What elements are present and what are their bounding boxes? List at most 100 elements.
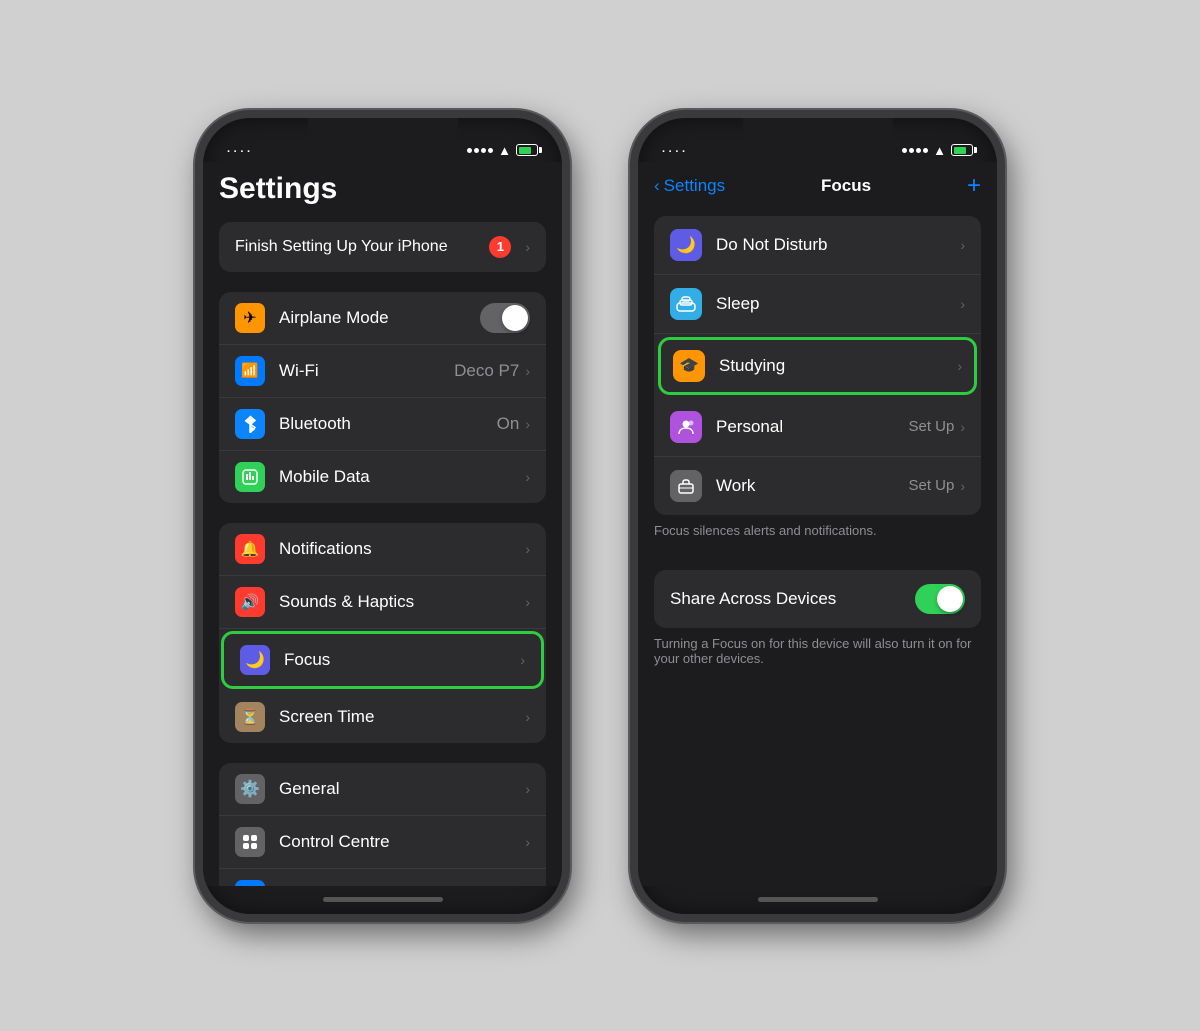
sleep-icon	[670, 288, 702, 320]
screentime-label: Screen Time	[279, 707, 525, 727]
general-icon: ⚙️	[235, 774, 265, 804]
connectivity-group: ✈ Airplane Mode 📶 Wi-Fi Deco P7 ›	[219, 292, 546, 503]
bluetooth-icon	[235, 409, 265, 439]
share-hint: Turning a Focus on for this device will …	[638, 628, 997, 682]
page-title: Settings	[203, 162, 562, 222]
power-button[interactable]	[1003, 278, 1005, 338]
volume-down-button[interactable]	[630, 306, 632, 342]
chevron-icon: ›	[525, 594, 530, 610]
personal-value: Set Up	[908, 418, 954, 435]
setup-banner-right: 1 ›	[489, 236, 530, 258]
notch	[743, 118, 893, 146]
battery-icon	[516, 144, 538, 156]
chevron-icon: ›	[525, 416, 530, 432]
control-centre-row[interactable]: Control Centre ›	[219, 816, 546, 869]
sounds-row[interactable]: 🔊 Sounds & Haptics ›	[219, 576, 546, 629]
focus-hint: Focus silences alerts and notifications.	[638, 515, 997, 554]
airplane-mode-icon: ✈	[235, 303, 265, 333]
status-icons: ▲	[902, 143, 973, 158]
sounds-icon: 🔊	[235, 587, 265, 617]
home-indicator[interactable]	[203, 886, 562, 914]
chevron-icon: ›	[960, 237, 965, 253]
back-button[interactable]: ‹ Settings	[654, 176, 725, 196]
chevron-icon: ›	[960, 296, 965, 312]
share-toggle[interactable]	[915, 584, 965, 614]
wifi-label: Wi-Fi	[279, 361, 454, 381]
focus-nav: ‹ Settings Focus +	[638, 162, 997, 208]
do-not-disturb-row[interactable]: 🌙 Do Not Disturb ›	[654, 216, 981, 275]
chevron-icon: ›	[525, 709, 530, 725]
focus-row[interactable]: 🌙 Focus ›	[224, 634, 541, 686]
sleep-row[interactable]: Sleep ›	[654, 275, 981, 334]
volume-up-button[interactable]	[195, 258, 197, 294]
wifi-icon: ▲	[933, 143, 946, 158]
mobile-data-row[interactable]: Mobile Data ›	[219, 451, 546, 503]
notifications-row[interactable]: 🔔 Notifications ›	[219, 523, 546, 576]
focus-label: Focus	[284, 650, 520, 670]
chevron-icon: ›	[525, 781, 530, 797]
airplane-mode-row[interactable]: ✈ Airplane Mode	[219, 292, 546, 345]
iphone-left: ···· ▲ Settings Finish Setting Up Your i…	[195, 110, 570, 922]
notifications-label: Notifications	[279, 539, 525, 559]
chevron-icon: ›	[520, 652, 525, 668]
personal-label: Personal	[716, 417, 908, 437]
home-indicator[interactable]	[638, 886, 997, 914]
general-label: General	[279, 779, 525, 799]
power-button[interactable]	[568, 278, 570, 338]
silent-switch	[630, 228, 632, 256]
home-bar	[758, 897, 878, 902]
bluetooth-label: Bluetooth	[279, 414, 497, 434]
work-icon	[670, 470, 702, 502]
focus-icon: 🌙	[240, 645, 270, 675]
chevron-icon: ›	[525, 239, 530, 255]
notch	[308, 118, 458, 146]
do-not-disturb-icon: 🌙	[670, 229, 702, 261]
personal-icon	[670, 411, 702, 443]
share-row[interactable]: Share Across Devices	[654, 570, 981, 628]
screentime-row[interactable]: ⏳ Screen Time ›	[219, 691, 546, 743]
studying-highlight-border: 🎓 Studying ›	[658, 337, 977, 395]
toggle-knob	[937, 586, 963, 612]
notifications-group: 🔔 Notifications › 🔊 Sounds & Haptics › 🌙	[219, 523, 546, 743]
settings-screen: Settings Finish Setting Up Your iPhone 1…	[203, 162, 562, 886]
back-label: Settings	[664, 176, 725, 196]
control-centre-label: Control Centre	[279, 832, 525, 852]
work-row[interactable]: Work Set Up ›	[654, 457, 981, 515]
display-brightness-row[interactable]: AA Display & Brightness ›	[219, 869, 546, 886]
setup-badge: 1	[489, 236, 511, 258]
focus-screen: ‹ Settings Focus + 🌙 Do Not Disturb ›	[638, 162, 997, 886]
studying-row[interactable]: 🎓 Studying ›	[661, 340, 974, 392]
notifications-icon: 🔔	[235, 534, 265, 564]
chevron-icon: ›	[960, 419, 965, 435]
general-row[interactable]: ⚙️ General ›	[219, 763, 546, 816]
battery-icon	[951, 144, 973, 156]
airplane-mode-toggle[interactable]	[480, 303, 530, 333]
signal-icon	[467, 148, 493, 153]
wifi-row[interactable]: 📶 Wi-Fi Deco P7 ›	[219, 345, 546, 398]
time-display: ····	[662, 146, 689, 158]
chevron-icon: ›	[525, 834, 530, 850]
do-not-disturb-label: Do Not Disturb	[716, 235, 960, 255]
work-value: Set Up	[908, 477, 954, 494]
share-label: Share Across Devices	[670, 589, 915, 609]
signal-icon	[902, 148, 928, 153]
setup-banner[interactable]: Finish Setting Up Your iPhone 1 ›	[219, 222, 546, 272]
wifi-value: Deco P7	[454, 361, 519, 381]
focus-highlight-border: 🌙 Focus ›	[221, 631, 544, 689]
general-group: ⚙️ General › Control Centre	[219, 763, 546, 886]
add-focus-button[interactable]: +	[967, 172, 981, 200]
screentime-icon: ⏳	[235, 702, 265, 732]
bluetooth-row[interactable]: Bluetooth On ›	[219, 398, 546, 451]
chevron-icon: ›	[957, 358, 962, 374]
studying-icon: 🎓	[673, 350, 705, 382]
home-bar	[323, 897, 443, 902]
bluetooth-value: On	[497, 414, 520, 434]
chevron-icon: ›	[960, 478, 965, 494]
volume-down-button[interactable]	[195, 306, 197, 342]
personal-row[interactable]: Personal Set Up ›	[654, 398, 981, 457]
sounds-label: Sounds & Haptics	[279, 592, 525, 612]
volume-up-button[interactable]	[630, 258, 632, 294]
mobile-data-label: Mobile Data	[279, 467, 525, 487]
wifi-icon: ▲	[498, 143, 511, 158]
time-display: ····	[227, 146, 254, 158]
